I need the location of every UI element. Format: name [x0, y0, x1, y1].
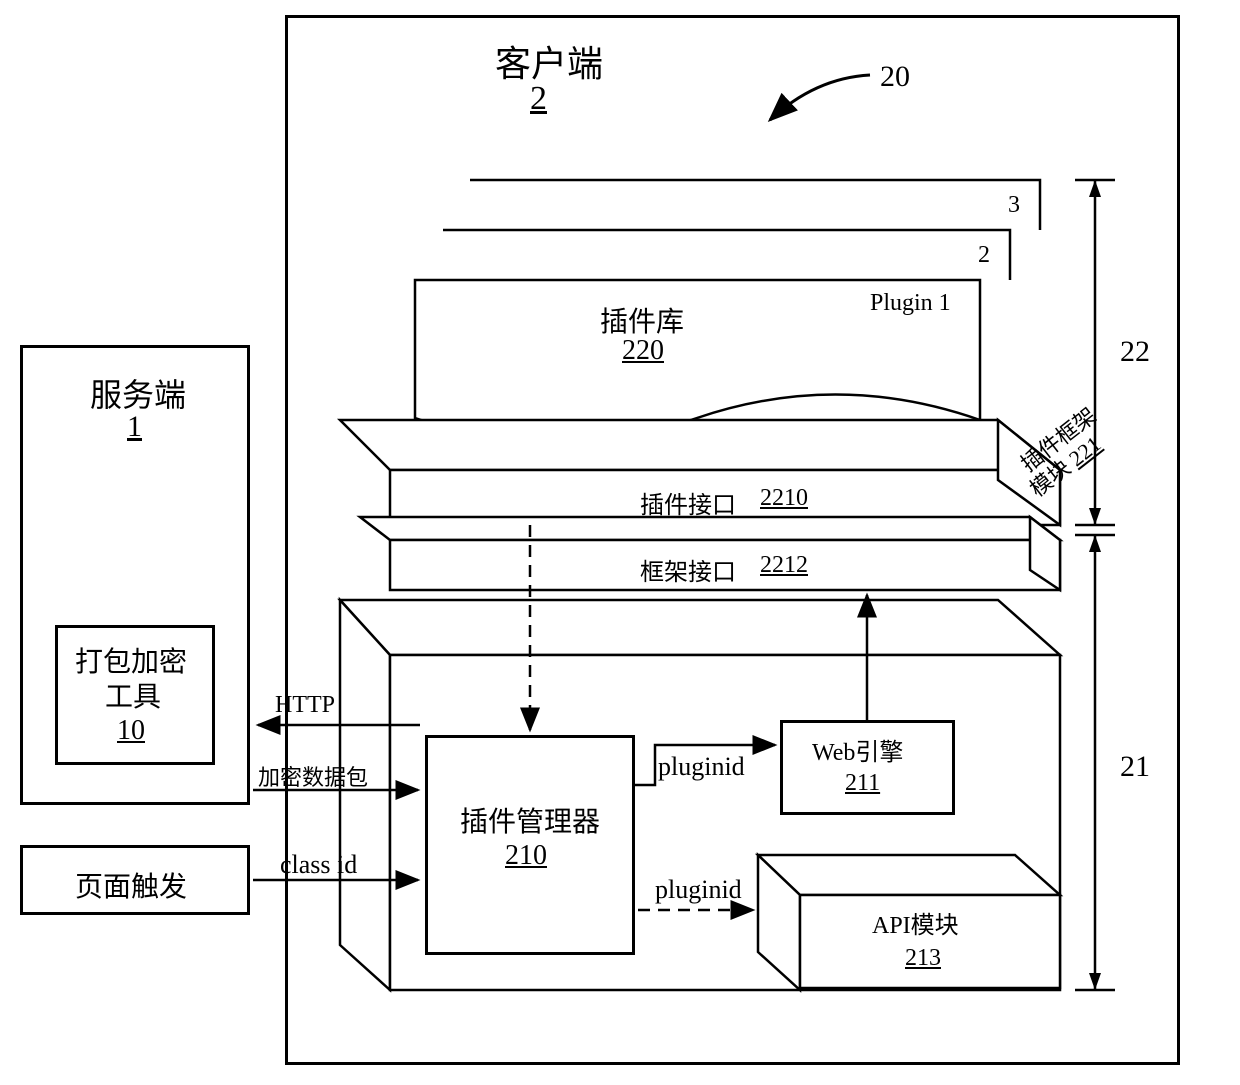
server-ref: 1 — [127, 410, 142, 444]
page-trigger-label: 页面触发 — [75, 865, 187, 905]
api-module-ref: 213 — [905, 945, 941, 972]
plugin-manager-ref: 210 — [505, 840, 547, 872]
pluginid2-label: pluginid — [655, 875, 742, 905]
pluginid1-label: pluginid — [658, 752, 745, 782]
framework-interface-ref: 2212 — [760, 552, 808, 579]
http-label: HTTP — [275, 692, 335, 719]
api-module-title: API模块 — [872, 905, 959, 940]
classid-label: class id — [280, 850, 357, 880]
client-ref: 2 — [530, 80, 547, 118]
tool-title: 打包加密 — [75, 640, 187, 680]
framework-interface-title: 框架接口 — [640, 552, 736, 587]
plugin-library-ref: 220 — [622, 335, 664, 367]
plugin-1-label: Plugin 1 — [870, 290, 951, 317]
bracket-21-ref: 21 — [1120, 750, 1150, 784]
bracket-22-ref: 22 — [1120, 335, 1150, 369]
system-ref: 20 — [880, 60, 910, 94]
plugin-interface-ref: 2210 — [760, 485, 808, 512]
encrypted-label: 加密数据包 — [258, 760, 368, 792]
plugin-manager-title: 插件管理器 — [460, 800, 600, 840]
sheet-2-label: 2 — [978, 242, 990, 269]
tool-title2: 工具 — [105, 675, 161, 715]
plugin-library-title: 插件库 — [600, 300, 684, 340]
tool-ref: 10 — [117, 715, 145, 747]
web-engine-ref: 211 — [845, 770, 880, 797]
web-engine-title: Web引擎 — [812, 732, 903, 767]
client-title: 客户端 — [495, 35, 603, 87]
client-box — [285, 15, 1180, 1065]
plugin-interface-title: 插件接口 — [640, 485, 736, 520]
sheet-3-label: 3 — [1008, 192, 1020, 219]
